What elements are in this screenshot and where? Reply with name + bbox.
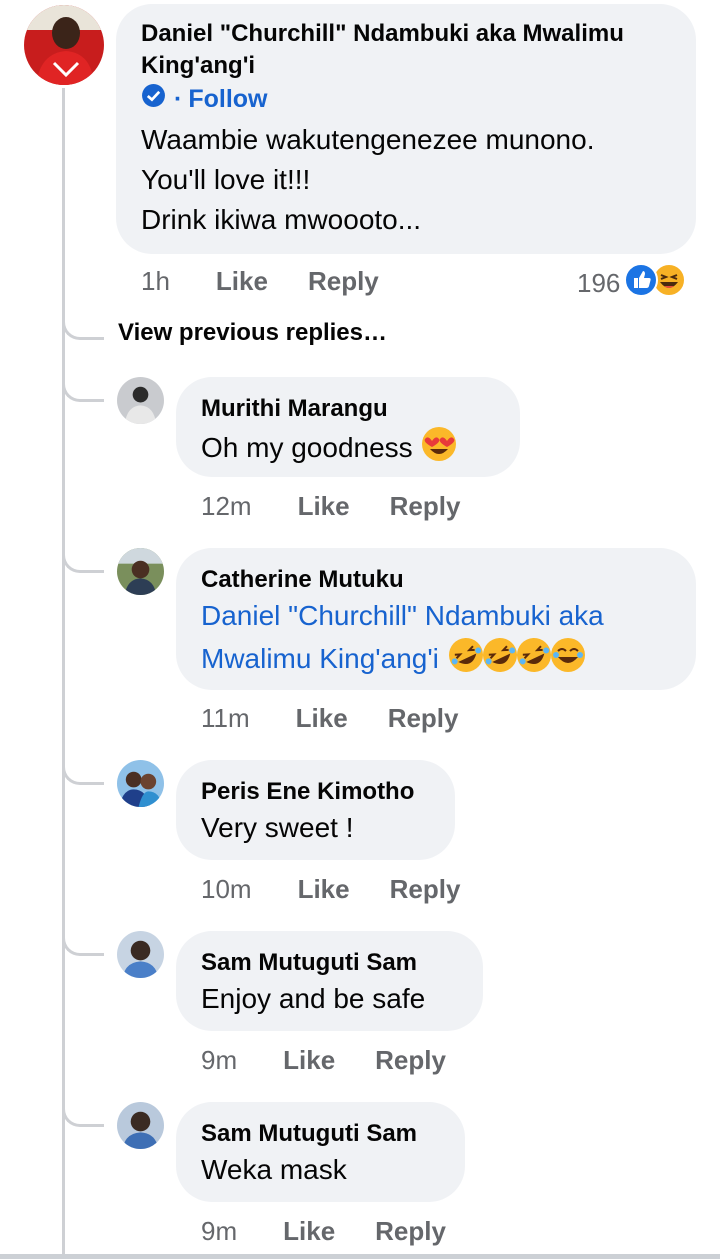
thread-branch bbox=[62, 1091, 104, 1127]
comment-text-content: Oh my goodness bbox=[201, 431, 413, 463]
comment-bubble: Daniel "Churchill" Ndambuki aka Mwalimu … bbox=[116, 4, 696, 254]
reply-button[interactable]: Reply bbox=[390, 874, 461, 905]
reply-button[interactable]: Reply bbox=[375, 1216, 446, 1247]
comment-author[interactable]: Peris Ene Kimotho bbox=[201, 776, 455, 808]
comment-bubble: Murithi Marangu Oh my goodness bbox=[176, 377, 520, 477]
joy-emoji bbox=[549, 636, 587, 685]
timestamp[interactable]: 9m bbox=[201, 1045, 237, 1076]
heart-eyes-emoji bbox=[420, 425, 458, 474]
comment-author[interactable]: Sam Mutuguti Sam bbox=[201, 1118, 465, 1150]
like-button[interactable]: Like bbox=[283, 1216, 335, 1247]
avatar[interactable] bbox=[117, 377, 164, 424]
reply-button[interactable]: Reply bbox=[388, 703, 459, 734]
comment-author[interactable]: Murithi Marangu bbox=[201, 393, 520, 425]
rofl-emoji bbox=[481, 636, 519, 685]
comment-bubble: Sam Mutuguti Sam Weka mask bbox=[176, 1102, 465, 1202]
thread-line bbox=[62, 88, 65, 1259]
comment-text-line: Drink ikiwa mwoooto... bbox=[141, 204, 422, 235]
follow-button[interactable]: Follow bbox=[188, 85, 267, 114]
follow-row: · Follow bbox=[141, 82, 696, 116]
comment-actions: 9m Like Reply bbox=[201, 1216, 446, 1247]
comment-text: Oh my goodness bbox=[201, 425, 520, 474]
avatar[interactable] bbox=[117, 931, 164, 978]
comment-author-line2[interactable]: King'ang'i bbox=[141, 50, 696, 82]
comment-actions: 9m Like Reply bbox=[201, 1045, 446, 1076]
avatar[interactable] bbox=[117, 1102, 164, 1149]
reply-button[interactable]: Reply bbox=[375, 1045, 446, 1076]
comment-text: Very sweet ! bbox=[201, 812, 354, 843]
rofl-emoji bbox=[515, 636, 553, 685]
timestamp[interactable]: 10m bbox=[201, 874, 252, 905]
like-button[interactable]: Like bbox=[298, 491, 350, 522]
comment-actions: 1h Like Reply bbox=[141, 266, 379, 297]
thread-branch bbox=[62, 366, 104, 402]
comment-text: Enjoy and be safe bbox=[201, 983, 426, 1014]
comment-author[interactable]: Catherine Mutuku bbox=[201, 564, 696, 596]
comment-bubble: Catherine Mutuku Daniel "Churchill" Ndam… bbox=[176, 548, 696, 690]
timestamp[interactable]: 9m bbox=[201, 1216, 237, 1247]
comment-author[interactable]: Sam Mutuguti Sam bbox=[201, 947, 483, 979]
view-previous-replies-link[interactable]: View previous replies… bbox=[118, 319, 387, 347]
like-button[interactable]: Like bbox=[216, 266, 268, 297]
thread-branch bbox=[62, 749, 104, 785]
timestamp[interactable]: 11m bbox=[201, 703, 250, 734]
thread-branch bbox=[62, 920, 104, 956]
avatar[interactable] bbox=[24, 5, 104, 85]
avatar[interactable] bbox=[117, 548, 164, 595]
thread-branch bbox=[62, 537, 104, 573]
comment-actions: 10m Like Reply bbox=[201, 874, 460, 905]
timestamp[interactable]: 1h bbox=[141, 266, 170, 297]
comment-text: Mwalimu King'ang'i bbox=[201, 636, 696, 685]
comment-bubble: Sam Mutuguti Sam Enjoy and be safe bbox=[176, 931, 483, 1031]
comment-actions: 11m Like Reply bbox=[201, 703, 459, 734]
like-button[interactable]: Like bbox=[296, 703, 348, 734]
rofl-emoji bbox=[447, 636, 485, 685]
like-button[interactable]: Like bbox=[283, 1045, 335, 1076]
reaction-summary[interactable]: 196 bbox=[577, 263, 687, 304]
mention-link[interactable]: Daniel "Churchill" Ndambuki aka bbox=[201, 596, 696, 636]
like-reaction-icon bbox=[624, 263, 659, 304]
timestamp[interactable]: 12m bbox=[201, 491, 252, 522]
reply-button[interactable]: Reply bbox=[308, 266, 379, 297]
mention-link-line2[interactable]: Mwalimu King'ang'i bbox=[201, 643, 439, 674]
comment-text-line: You'll love it!!! bbox=[141, 164, 311, 195]
comment-actions: 12m Like Reply bbox=[201, 491, 460, 522]
comment-text-line: Waambie wakutengenezee munono. bbox=[141, 124, 595, 155]
comment-bubble: Peris Ene Kimotho Very sweet ! bbox=[176, 760, 455, 860]
like-button[interactable]: Like bbox=[298, 874, 350, 905]
reaction-count: 196 bbox=[577, 268, 621, 298]
avatar[interactable] bbox=[117, 760, 164, 807]
thread-branch bbox=[62, 304, 104, 340]
comment-text: Weka mask bbox=[201, 1154, 347, 1185]
comment-author[interactable]: Daniel "Churchill" Ndambuki aka Mwalimu bbox=[141, 18, 696, 50]
reply-button[interactable]: Reply bbox=[390, 491, 461, 522]
verified-badge-icon bbox=[141, 83, 166, 115]
separator-dot: · bbox=[174, 84, 183, 113]
bottom-divider bbox=[0, 1254, 720, 1259]
